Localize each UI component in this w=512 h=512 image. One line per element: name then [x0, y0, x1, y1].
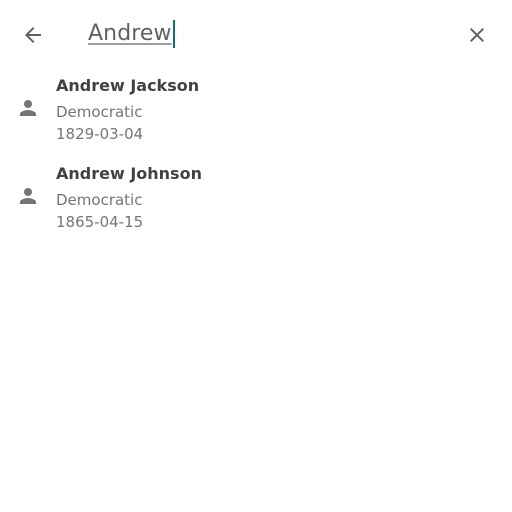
search-input[interactable]: Andrew: [88, 18, 175, 50]
result-item-andrew-johnson[interactable]: Andrew Johnson Democratic 1865-04-15: [0, 160, 512, 248]
search-query-text[interactable]: Andrew: [88, 18, 172, 50]
clear-search-button[interactable]: [457, 15, 497, 55]
result-date: 1865-04-15: [56, 213, 144, 231]
result-text: Andrew Johnson Democratic 1865-04-15: [56, 164, 202, 233]
arrow-left-icon: [25, 27, 41, 43]
result-party: Democratic: [56, 191, 143, 209]
back-button[interactable]: [13, 15, 53, 55]
close-icon: [470, 28, 484, 42]
person-icon: [16, 96, 40, 120]
search-results-list: Andrew Jackson Democratic 1829-03-04 And…: [0, 72, 512, 248]
search-bar: Andrew: [0, 0, 512, 70]
result-party: Democratic: [56, 103, 143, 121]
result-text: Andrew Jackson Democratic 1829-03-04: [56, 76, 199, 145]
result-name: Andrew Jackson: [56, 76, 200, 95]
result-name: Andrew Johnson: [56, 164, 202, 183]
result-item-andrew-jackson[interactable]: Andrew Jackson Democratic 1829-03-04: [0, 72, 512, 160]
search-screen: Andrew Andrew Jackson Democratic 1829-03…: [0, 0, 512, 512]
text-caret: [172, 20, 175, 48]
result-date: 1829-03-04: [56, 125, 144, 143]
person-icon: [16, 184, 40, 208]
